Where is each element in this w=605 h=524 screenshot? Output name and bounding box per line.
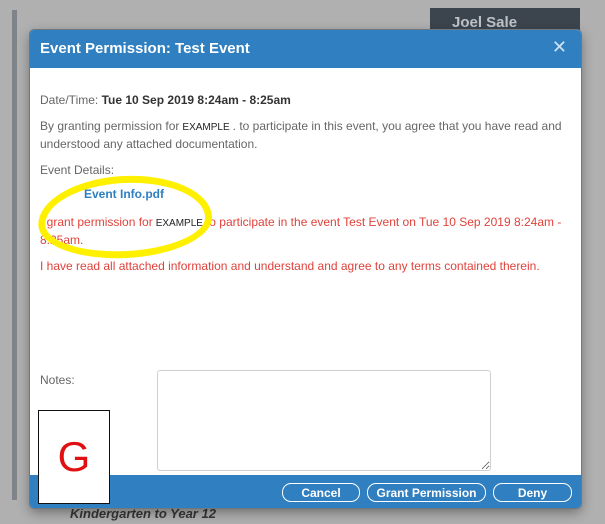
intro-text: By granting permission for EXAMPLE. to pa… bbox=[40, 118, 570, 152]
attachment-link[interactable]: Event Info.pdf bbox=[84, 187, 164, 201]
datetime-label: Date/Time: bbox=[40, 93, 99, 107]
dialog-title: Event Permission: Test Event bbox=[40, 40, 250, 57]
letter-overlay-box: G bbox=[38, 410, 110, 504]
deny-button[interactable]: Deny bbox=[493, 483, 572, 502]
grant-text: I grant permission for EXAMPLE to particip… bbox=[40, 214, 570, 248]
intro-part1: By granting permission for bbox=[40, 119, 180, 133]
intro-example: EXAMPLE bbox=[182, 122, 230, 133]
notes-label: Notes: bbox=[40, 373, 75, 387]
datetime-row: Date/Time: Tue 10 Sep 2019 8:24am - 8:25… bbox=[40, 92, 570, 108]
event-details-label: Event Details: bbox=[40, 163, 115, 177]
attachment-row: Event Info.pdf bbox=[40, 186, 570, 202]
dialog-footer: Cancel Grant Permission Deny bbox=[30, 475, 581, 508]
terms-text: I have read all attached information and… bbox=[40, 259, 540, 273]
cancel-button[interactable]: Cancel bbox=[282, 483, 360, 502]
grant-example: EXAMPLE bbox=[155, 218, 203, 229]
close-icon[interactable]: ✕ bbox=[552, 37, 567, 58]
datetime-value: Tue 10 Sep 2019 8:24am - 8:25am bbox=[101, 93, 291, 107]
dialog-content: Date/Time: Tue 10 Sep 2019 8:24am - 8:25… bbox=[40, 92, 570, 284]
notes-field[interactable] bbox=[157, 370, 491, 471]
dialog-titlebar: Event Permission: Test Event ✕ bbox=[30, 30, 581, 68]
letter-overlay: G bbox=[57, 433, 91, 480]
grant-permission-button[interactable]: Grant Permission bbox=[367, 483, 486, 502]
grant-part1: I grant permission for bbox=[40, 215, 153, 229]
